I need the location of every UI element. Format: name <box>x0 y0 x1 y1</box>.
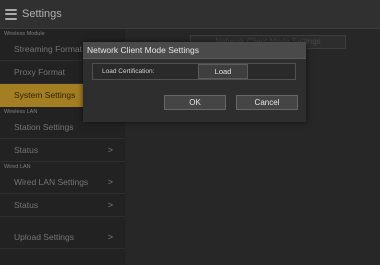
sidebar-item-label: Upload Settings <box>14 232 75 242</box>
load-button[interactable]: Load <box>198 64 248 79</box>
network-client-mode-dialog: Network Client Mode Settings Load Certif… <box>83 42 306 122</box>
hamburger-menu-icon[interactable] <box>5 8 17 20</box>
load-certification-label: Load Certification: <box>102 68 155 75</box>
chevron-right-icon: > <box>107 145 113 155</box>
section-label-wireless-module: Wireless Module <box>4 31 45 37</box>
sidebar-item-label: Status <box>14 145 39 155</box>
sidebar-item-wired-lan-settings[interactable]: Wired LAN Settings > <box>0 171 125 194</box>
sidebar-item-label: Station Settings <box>14 122 74 132</box>
cancel-button[interactable]: Cancel <box>236 95 298 110</box>
page-title: Settings <box>22 8 62 20</box>
sidebar-item-label: Wired LAN Settings <box>14 177 89 187</box>
sidebar-item-label: Proxy Format <box>14 67 66 77</box>
sidebar-item-label: System Settings <box>14 90 76 100</box>
sidebar-item-wireless-status[interactable]: Status > <box>0 139 125 162</box>
section-label-spacer <box>0 217 125 226</box>
chevron-right-icon: > <box>107 177 113 187</box>
load-certification-row: Load Certification: Load <box>92 63 296 80</box>
chevron-right-icon: > <box>107 232 113 242</box>
sidebar-item-label: Streaming Format <box>14 44 83 54</box>
sidebar-item-upload-settings[interactable]: Upload Settings > <box>0 226 125 249</box>
chevron-right-icon: > <box>107 200 113 210</box>
title-bar: Settings <box>0 0 380 29</box>
sidebar-item-label: Status <box>14 200 39 210</box>
sidebar-item-wired-status[interactable]: Status > <box>0 194 125 217</box>
dialog-title: Network Client Mode Settings <box>83 42 306 59</box>
section-label-wired-lan: Wired LAN <box>4 164 31 170</box>
ok-button[interactable]: OK <box>164 95 226 110</box>
